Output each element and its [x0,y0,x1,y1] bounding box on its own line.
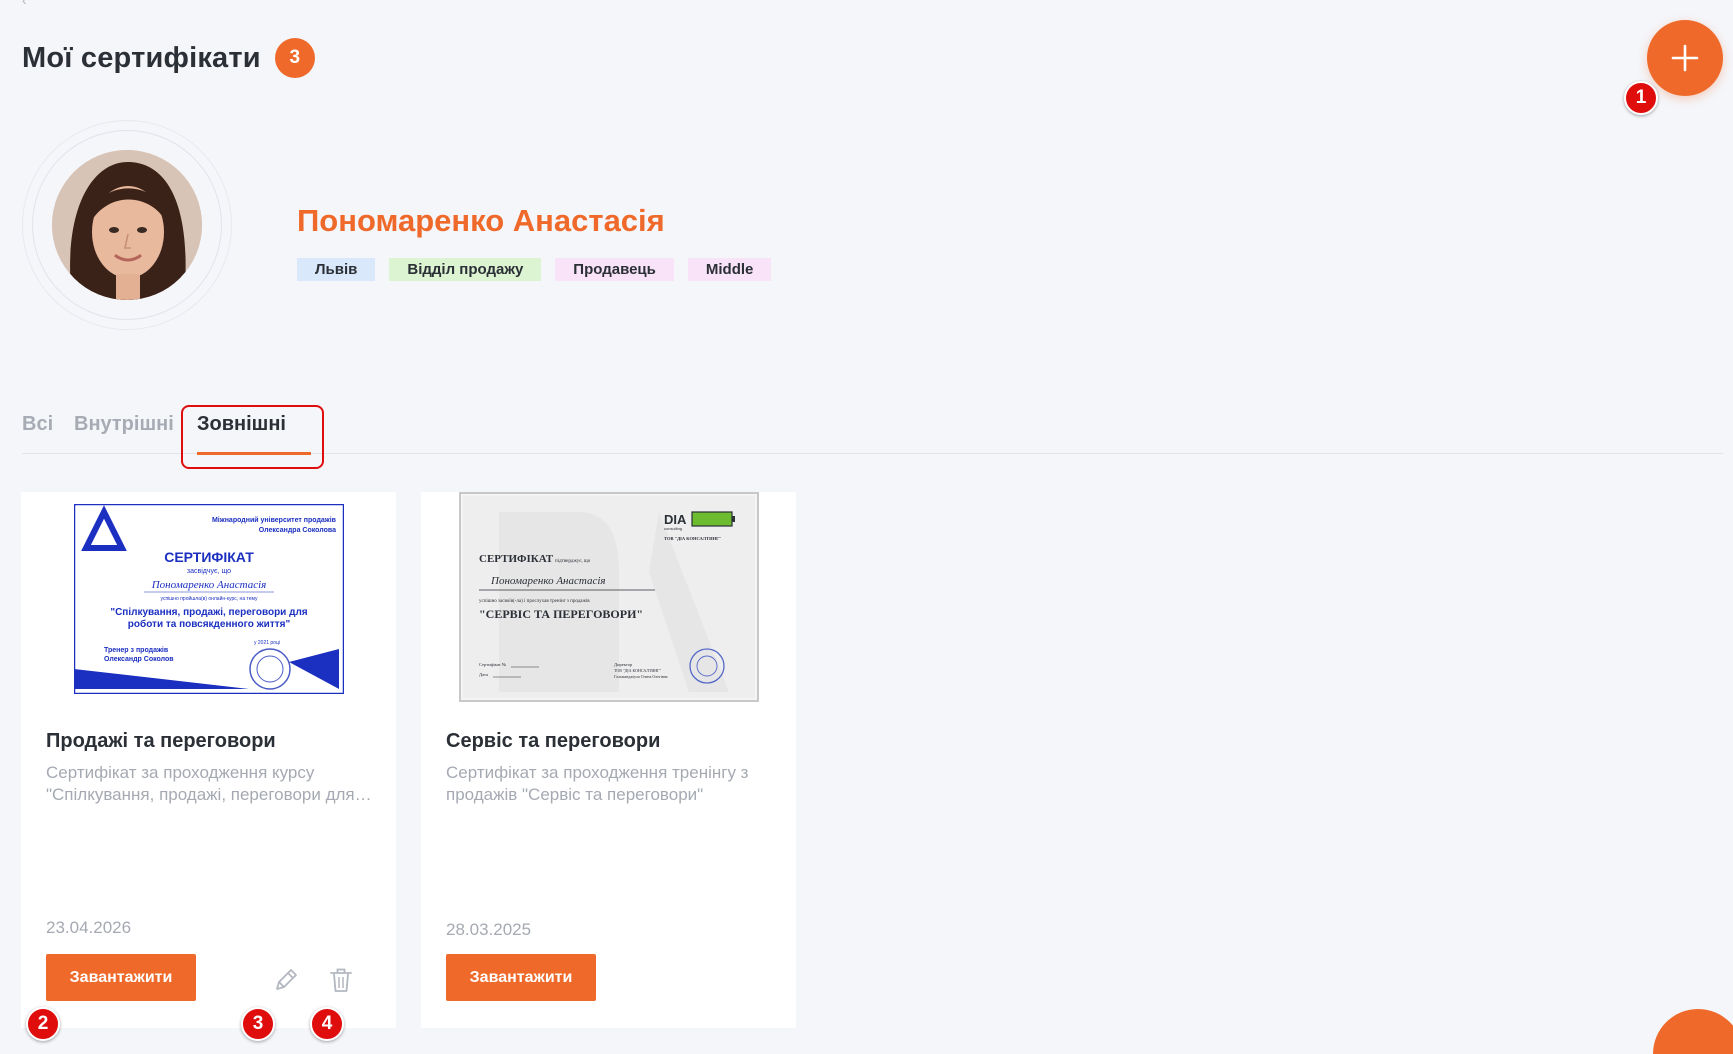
plus-icon [1671,44,1699,72]
avatar [52,150,202,300]
card-description-line1: Сертифікат за проходження тренінгу з [446,763,749,782]
card-date: 28.03.2025 [446,920,532,939]
card-description-line2: "Спілкування, продажі, переговори для ро… [46,785,376,804]
thumb-brand-sub: consulting [664,526,682,531]
certificate-count-badge: 3 [274,38,315,78]
thumb-company: ТОВ "ДІА КОНСАЛТИНГ" [664,536,721,541]
thumb-date-label: Дата [479,672,488,677]
add-certificate-button[interactable] [1647,20,1723,96]
download-button[interactable]: Завантажити [446,954,596,1001]
card-date: 23.04.2026 [46,918,132,937]
thumb-certifies: засвідчує, що [186,567,230,575]
thumb-heading: СЕРТИФІКАТ [164,549,254,565]
card-description-line2: продажів "Сервіс та переговори" [446,785,704,804]
certificate-thumbnail[interactable]: Міжнародний університет продажів Олексан… [21,492,396,717]
thumb-confirms: підтверджує, що [555,559,591,564]
thumb-person: Пономаренко Анастасія [490,575,606,587]
thumb-brand: DIA [664,512,687,527]
tag-role: Продавець [555,258,674,281]
thumb-trainer-line2: Олександр Соколов [104,656,174,663]
tab-internal[interactable]: Внутрішні [74,413,174,436]
annotation-marker-1: 1 [1624,81,1658,115]
certificate-image: Міжнародний університет продажів Олексан… [73,504,344,694]
thumb-person: Пономаренко Анастасія [150,579,266,591]
avatar-frame [22,120,232,330]
thumb-completed: успішно пройшла(в) онлайн-курс, на тему [160,595,257,602]
card-description: Сертифікат за проходження курсу "Спілкув… [46,762,376,806]
thumb-year: у 2021 році [254,640,280,646]
thumb-course: "СЕРВІС ТА ПЕРЕГОВОРИ" [479,607,643,621]
annotation-marker-2: 2 [26,1007,60,1041]
thumb-director-company: ТОВ "ДІА КОНСАЛТИНГ" [614,668,661,673]
thumb-org-line2: Олександра Соколова [258,527,335,534]
thumb-cert-no: Сертифікат № [479,662,506,667]
certificate-card: Міжнародний університет продажів Олексан… [21,492,396,1028]
annotation-marker-3: 3 [241,1007,275,1041]
avatar-photo [52,150,202,300]
thumb-heading: СЕРТИФІКАТ [479,553,554,565]
page-title: Мої сертифікати [22,41,261,74]
card-description-line1: Сертифікат за проходження курсу [46,763,315,782]
thumb-org-line1: Міжнародний університет продажів [211,516,336,524]
battery-logo-icon [690,511,733,527]
thumb-trainer-line1: Тренер з продажів [104,646,169,654]
thumb-director: Директор [614,662,633,667]
delete-button[interactable] [327,966,355,994]
profile-tags: Львів Відділ продажу Продавець Middle [297,258,772,281]
download-button[interactable]: Завантажити [46,954,196,1001]
thumb-director-name: Гальманджіула Олена Олегівна [614,674,668,679]
annotation-marker-4: 4 [310,1007,344,1041]
back-link[interactable]: ‹ [22,0,27,8]
card-description: Сертифікат за проходження тренінгу з про… [446,762,776,806]
certificate-thumbnail[interactable]: DIA consulting ТОВ "ДІА КОНСАЛТИНГ" СЕРТ… [421,492,796,717]
chat-button[interactable] [1653,1009,1733,1054]
certificate-card: DIA consulting ТОВ "ДІА КОНСАЛТИНГ" СЕРТ… [421,492,796,1028]
tab-highlight-frame [181,405,324,469]
certificate-image: DIA consulting ТОВ "ДІА КОНСАЛТИНГ" СЕРТ… [458,492,759,702]
profile-name: Пономаренко Анастасія [297,203,665,238]
pencil-icon [276,969,297,990]
card-title: Сервіс та переговори [446,730,661,752]
page-header: Мої сертифікати 3 [22,38,315,78]
thumb-course-line1: "Спілкування, продажі, переговори для [110,607,307,618]
thumb-course-line2: роботи та повсякденного життя" [127,618,290,630]
tag-department: Відділ продажу [389,258,542,281]
tag-level: Middle [687,258,772,281]
trash-icon [330,968,352,992]
card-title: Продажі та переговори [46,730,276,752]
edit-button[interactable] [272,966,300,994]
tag-city: Львів [297,258,376,281]
tab-all[interactable]: Всі [22,413,53,436]
thumb-completed: успішно засвоїв(-ла) і прослухав тренінг… [479,599,590,604]
